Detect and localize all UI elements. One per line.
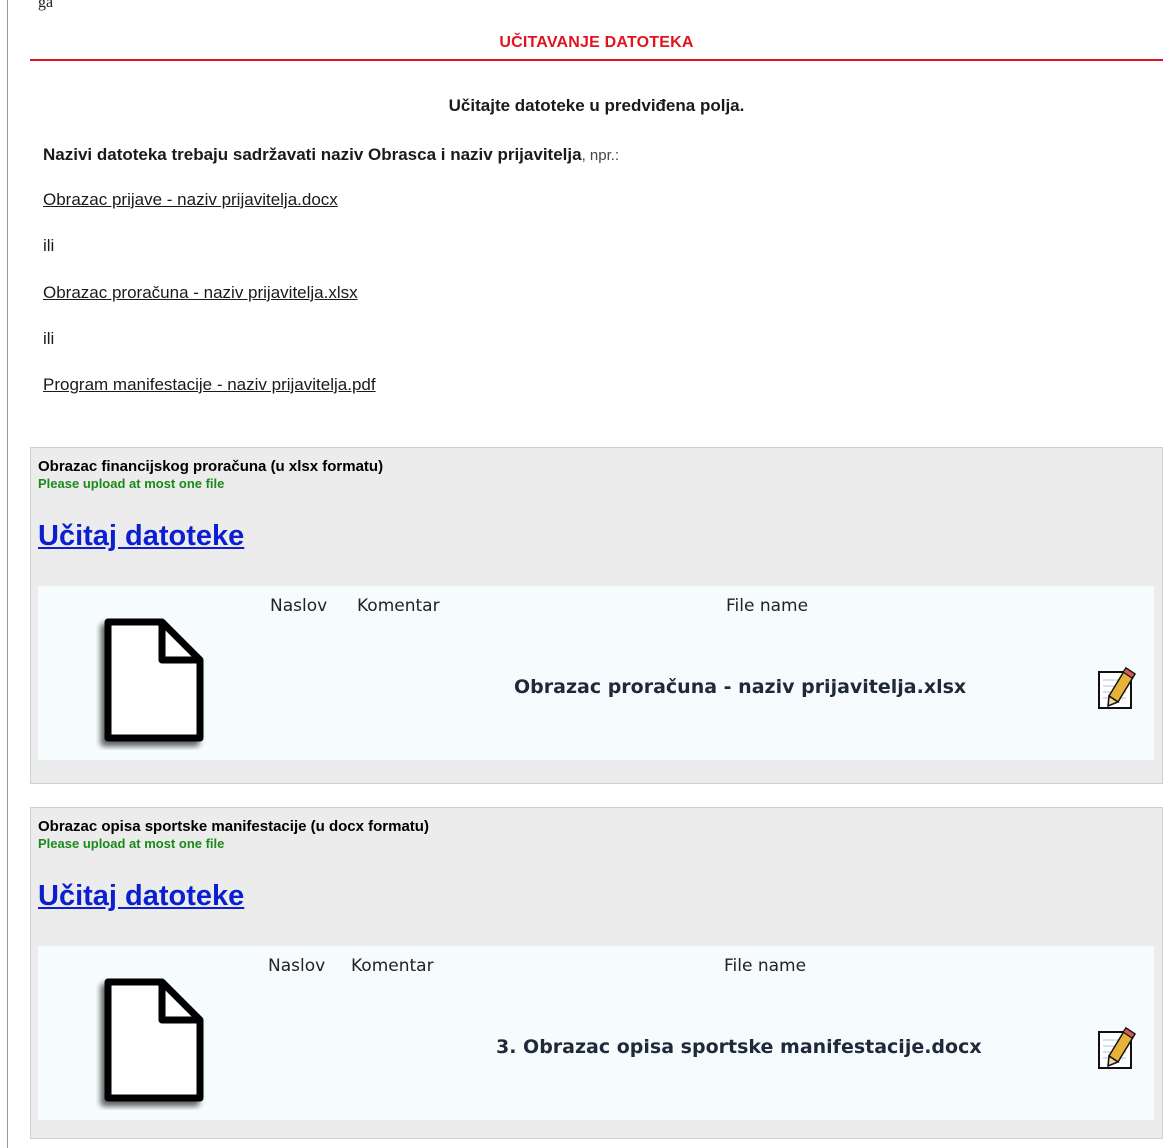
section-divider [30,59,1163,61]
document-icon [104,978,204,1102]
or-text: ili [43,329,55,348]
upload-panel-opis: Obrazac opisa sportske manifestacije (u … [30,807,1163,1139]
example-link-prijave[interactable]: Obrazac prijave - naziv prijavitelja.doc… [43,190,338,210]
document-icon [104,618,204,742]
file-name: Obrazac proračuna - naziv prijavitelja.x… [514,676,967,698]
upload-files-link[interactable]: Učitaj datoteke [38,880,244,913]
file-name: 3. Obrazac opisa sportske manifestacije.… [496,1036,982,1058]
naming-rule-bold: Nazivi datoteka trebaju sadržavati naziv… [43,145,582,164]
upload-hint: Please upload at most one file [38,836,225,851]
column-komentar: Komentar [357,596,440,616]
column-komentar: Komentar [351,956,434,976]
naming-rule: Nazivi datoteka trebaju sadržavati naziv… [43,145,619,165]
or-text: ili [43,236,55,255]
example-link-program[interactable]: Program manifestacije - naziv prijavitel… [43,375,376,395]
panel-title: Obrazac financijskog proračuna (u xlsx f… [38,458,384,475]
upload-panel-proracun: Obrazac financijskog proračuna (u xlsx f… [30,447,1163,784]
left-border-line [7,0,8,1148]
panel-title: Obrazac opisa sportske manifestacije (u … [38,818,429,835]
edit-pencil-icon[interactable] [1096,1026,1138,1072]
instructions-heading: Učitajte datoteke u predviđena polja. [448,96,745,115]
example-link-proracuna[interactable]: Obrazac proračuna - naziv prijavitelja.x… [43,283,358,303]
top-text-fragment: ga [38,0,54,11]
column-file-name: File name [726,596,809,616]
section-title: UČITAVANJE DATOTEKA [499,34,694,51]
edit-pencil-icon[interactable] [1096,666,1138,712]
upload-hint: Please upload at most one file [38,476,225,491]
column-naslov: Naslov [268,956,326,976]
file-row: Naslov Komentar File name 3. Obrazac opi… [38,946,1154,1120]
file-row: Naslov Komentar File name Obrazac prorač… [38,586,1154,760]
upload-files-link[interactable]: Učitaj datoteke [38,520,244,553]
naming-rule-suffix: , npr.: [581,147,620,164]
column-file-name: File name [724,956,807,976]
column-naslov: Naslov [270,596,328,616]
